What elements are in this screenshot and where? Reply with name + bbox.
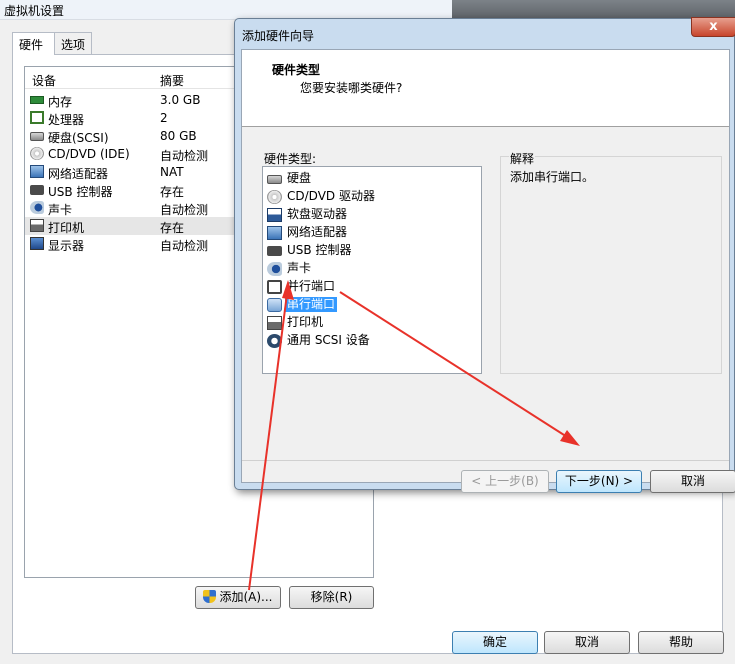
- ok-button[interactable]: 确定: [452, 631, 538, 654]
- hardware-type-label-text: USB 控制器: [287, 243, 352, 257]
- network-adapter-icon: [267, 226, 282, 240]
- device-name: 硬盘(SCSI): [48, 131, 109, 145]
- device-name: 显示器: [48, 239, 85, 253]
- explanation-title: 解释: [509, 150, 536, 167]
- device-name: CD/DVD (IDE): [48, 147, 130, 161]
- hardware-type-label-text: 打印机: [287, 315, 324, 329]
- wizard-header-title: 硬件类型: [272, 63, 321, 77]
- next-button[interactable]: 下一步(N) >: [556, 470, 642, 493]
- wizard-title: 添加硬件向导: [242, 29, 315, 43]
- hardware-type-label-text: CD/DVD 驱动器: [287, 189, 375, 203]
- serial-port-icon: [267, 298, 282, 312]
- device-name: 网络适配器: [48, 167, 109, 181]
- hard-disk-icon: [267, 175, 282, 184]
- floppy-icon: [267, 208, 282, 222]
- sound-card-icon: [267, 262, 282, 276]
- device-summary: 存在: [160, 185, 185, 199]
- device-name: 处理器: [48, 113, 85, 127]
- cd-dvd-icon: [30, 147, 44, 160]
- back-button[interactable]: < 上一步(B): [461, 470, 549, 493]
- device-summary: 2: [160, 111, 168, 125]
- wizard-header: 硬件类型 您要安装哪类硬件?: [242, 50, 729, 127]
- column-header-device[interactable]: 设备: [32, 72, 56, 89]
- remove-device-button[interactable]: 移除(R): [289, 586, 374, 609]
- printer-icon: [30, 219, 44, 232]
- device-name: 声卡: [48, 203, 73, 217]
- device-name: 打印机: [48, 221, 85, 235]
- hardware-type-list[interactable]: 硬盘 CD/DVD 驱动器 软盘驱动器网络适配器 USB 控制器 声卡并行端口串行端口打…: [262, 166, 482, 374]
- hardware-type-label-text: 串行端口: [285, 297, 338, 312]
- device-summary: NAT: [160, 165, 184, 179]
- device-summary: 3.0 GB: [160, 93, 201, 107]
- hardware-type-label-text: 声卡: [287, 261, 312, 275]
- device-summary: 80 GB: [160, 129, 197, 143]
- display-icon: [30, 237, 44, 250]
- cd-dvd-icon: [267, 190, 282, 204]
- scsi-device-icon: [267, 334, 282, 348]
- tab-hardware[interactable]: 硬件: [12, 32, 55, 55]
- device-summary: 自动检测: [160, 149, 209, 163]
- wizard-body: 硬件类型 您要安装哪类硬件? 硬件类型: 硬盘 CD/DVD 驱动器 软盘驱动器网络…: [241, 49, 735, 493]
- window-title: 虚拟机设置: [4, 4, 65, 18]
- hardware-type-label-text: 通用 SCSI 设备: [287, 333, 370, 347]
- tab-options[interactable]: 选项: [54, 32, 92, 54]
- add-hardware-wizard: 添加硬件向导 x 硬件类型 您要安装哪类硬件? 硬件类型: 硬盘 CD/DVD 驱…: [234, 17, 735, 493]
- hard-disk-icon: [30, 132, 44, 141]
- wizard-footer-divider: [242, 460, 729, 461]
- explanation-text: 添加串行端口。: [510, 170, 595, 184]
- device-summary: 存在: [160, 221, 185, 235]
- explanation-group: 解释 添加串行端口。: [500, 150, 722, 374]
- memory-icon: [30, 96, 44, 104]
- hardware-type-label-text: 网络适配器: [287, 225, 348, 239]
- device-name: 内存: [48, 95, 73, 109]
- hardware-type-label-text: 软盘驱动器: [287, 207, 348, 221]
- column-header-summary[interactable]: 摘要: [160, 72, 184, 89]
- sound-card-icon: [30, 201, 44, 214]
- wizard-cancel-button[interactable]: 取消: [650, 470, 735, 493]
- hardware-type-label-text: 并行端口: [287, 279, 336, 293]
- close-icon: x: [709, 19, 718, 34]
- parallel-port-icon: [267, 280, 282, 294]
- help-button[interactable]: 帮助: [638, 631, 724, 654]
- shield-icon: [203, 590, 217, 603]
- device-summary: 自动检测: [160, 239, 209, 253]
- wizard-header-subtitle: 您要安装哪类硬件?: [300, 81, 403, 95]
- printer-icon: [267, 316, 282, 330]
- add-device-label: 添加(A)...: [219, 590, 273, 604]
- vm-settings-titlebar: 虚拟机设置: [0, 0, 735, 20]
- add-device-button[interactable]: 添加(A)...: [195, 586, 281, 609]
- device-name: USB 控制器: [48, 185, 113, 199]
- device-summary: 自动检测: [160, 203, 209, 217]
- processor-icon: [30, 111, 44, 124]
- settings-cancel-button[interactable]: 取消: [544, 631, 630, 654]
- usb-icon: [267, 246, 282, 256]
- usb-icon: [30, 185, 44, 195]
- hardware-type-label: 硬件类型:: [264, 152, 317, 166]
- hardware-type-label-text: 硬盘: [287, 171, 312, 185]
- close-button[interactable]: x: [691, 17, 735, 37]
- network-adapter-icon: [30, 165, 44, 178]
